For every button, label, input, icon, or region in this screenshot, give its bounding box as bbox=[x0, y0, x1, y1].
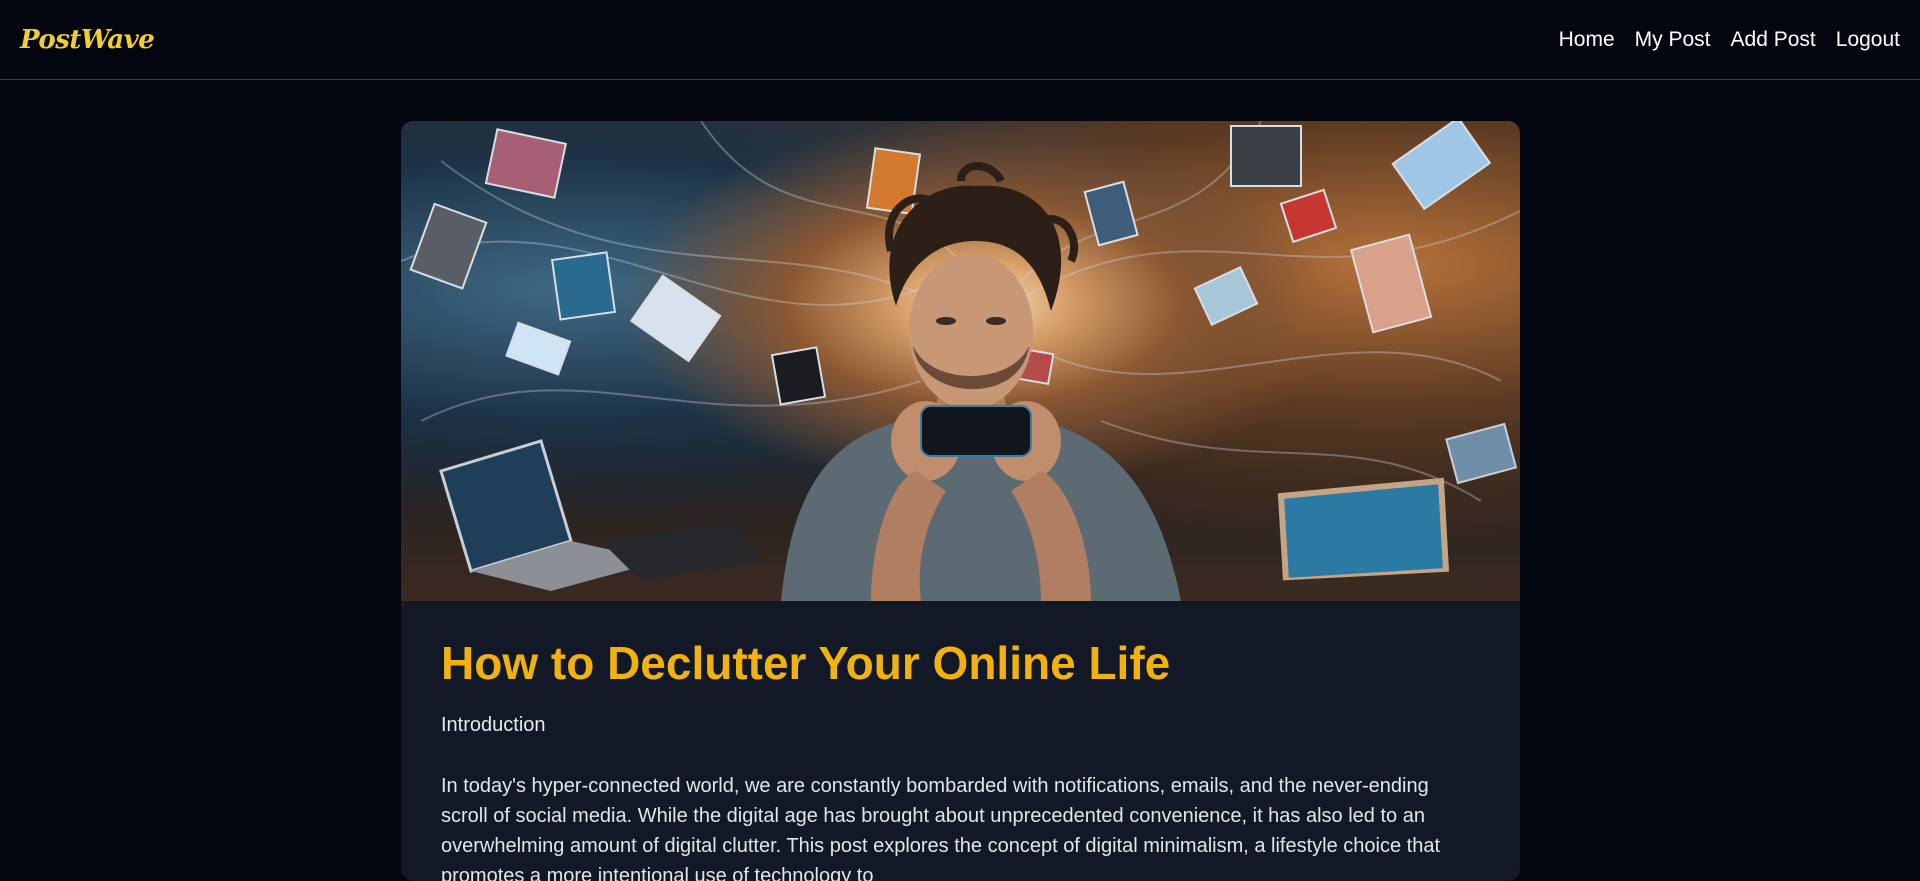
post-hero-image bbox=[401, 121, 1520, 601]
nav-my-post-link[interactable]: My Post bbox=[1635, 28, 1711, 52]
top-navbar: PostWave Home My Post Add Post Logout bbox=[0, 0, 1920, 80]
post-section-heading: Introduction bbox=[441, 713, 546, 736]
hero-illustration bbox=[401, 121, 1520, 601]
site-logo[interactable]: PostWave bbox=[20, 25, 155, 55]
post-title: How to Declutter Your Online Life bbox=[441, 637, 1171, 689]
nav-logout-link[interactable]: Logout bbox=[1836, 28, 1900, 52]
nav-home-link[interactable]: Home bbox=[1559, 28, 1615, 52]
nav-links: Home My Post Add Post Logout bbox=[1559, 28, 1900, 52]
nav-add-post-link[interactable]: Add Post bbox=[1731, 28, 1816, 52]
post-card: How to Declutter Your Online Life Introd… bbox=[401, 121, 1520, 881]
post-content: How to Declutter Your Online Life Introd… bbox=[401, 601, 1520, 881]
post-body-text: In today's hyper-connected world, we are… bbox=[441, 774, 1441, 881]
